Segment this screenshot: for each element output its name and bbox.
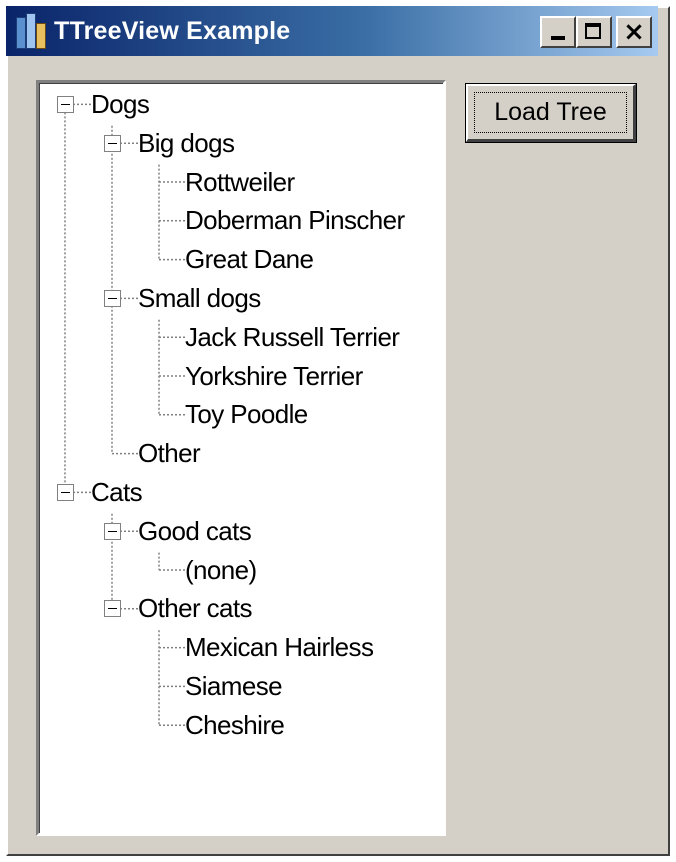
tree-node-parent[interactable]: Dogs [91, 86, 150, 122]
tree-node-parent[interactable]: Other cats [138, 591, 253, 627]
load-tree-button[interactable]: Load Tree [465, 83, 637, 143]
close-button[interactable]: × [616, 16, 652, 48]
tree-node-leaf[interactable]: Mexican Hairless [185, 630, 374, 666]
tree-node-parent[interactable]: Cats [91, 474, 143, 510]
title-bar-buttons: × [540, 16, 652, 48]
tree-node-leaf[interactable]: (none) [185, 552, 257, 588]
window-title: TTreeView Example [54, 16, 291, 45]
app-icon[interactable] [14, 13, 48, 49]
tree-view[interactable]: Dogs Big dogs Rottweiler Doberman Pinscher G… [36, 80, 446, 836]
tree-node-leaf[interactable]: Toy Poodle [185, 397, 308, 433]
collapse-toggle[interactable] [103, 134, 121, 152]
tree-node-parent[interactable]: Good cats [138, 513, 252, 549]
tree-node-leaf[interactable]: Great Dane [185, 242, 314, 278]
collapse-toggle[interactable] [103, 289, 121, 307]
tree-node-leaf[interactable]: Rottweiler [185, 164, 295, 200]
maximize-button[interactable] [576, 16, 612, 48]
collapse-toggle[interactable] [56, 483, 74, 501]
tree-node-parent[interactable]: Small dogs [138, 280, 261, 316]
collapse-toggle[interactable] [56, 95, 74, 113]
title-bar[interactable]: TTreeView Example × [6, 6, 658, 56]
tree-node-parent[interactable]: Big dogs [138, 125, 235, 161]
tree-node-leaf[interactable]: Yorkshire Terrier [185, 358, 363, 394]
tree-node-leaf[interactable]: Jack Russell Terrier [185, 319, 400, 355]
focus-rectangle [474, 92, 627, 133]
collapse-toggle[interactable] [103, 522, 121, 540]
tree-node-leaf[interactable]: Other [138, 436, 201, 472]
tree-node-leaf[interactable]: Siamese [185, 668, 283, 704]
minimize-button[interactable] [540, 16, 576, 48]
tree-node-leaf[interactable]: Cheshire [185, 707, 285, 743]
close-icon: × [623, 17, 645, 47]
collapse-toggle[interactable] [103, 600, 121, 618]
minimize-icon [551, 36, 565, 40]
tree-node-leaf[interactable]: Doberman Pinscher [185, 203, 405, 239]
maximize-icon [585, 23, 601, 39]
